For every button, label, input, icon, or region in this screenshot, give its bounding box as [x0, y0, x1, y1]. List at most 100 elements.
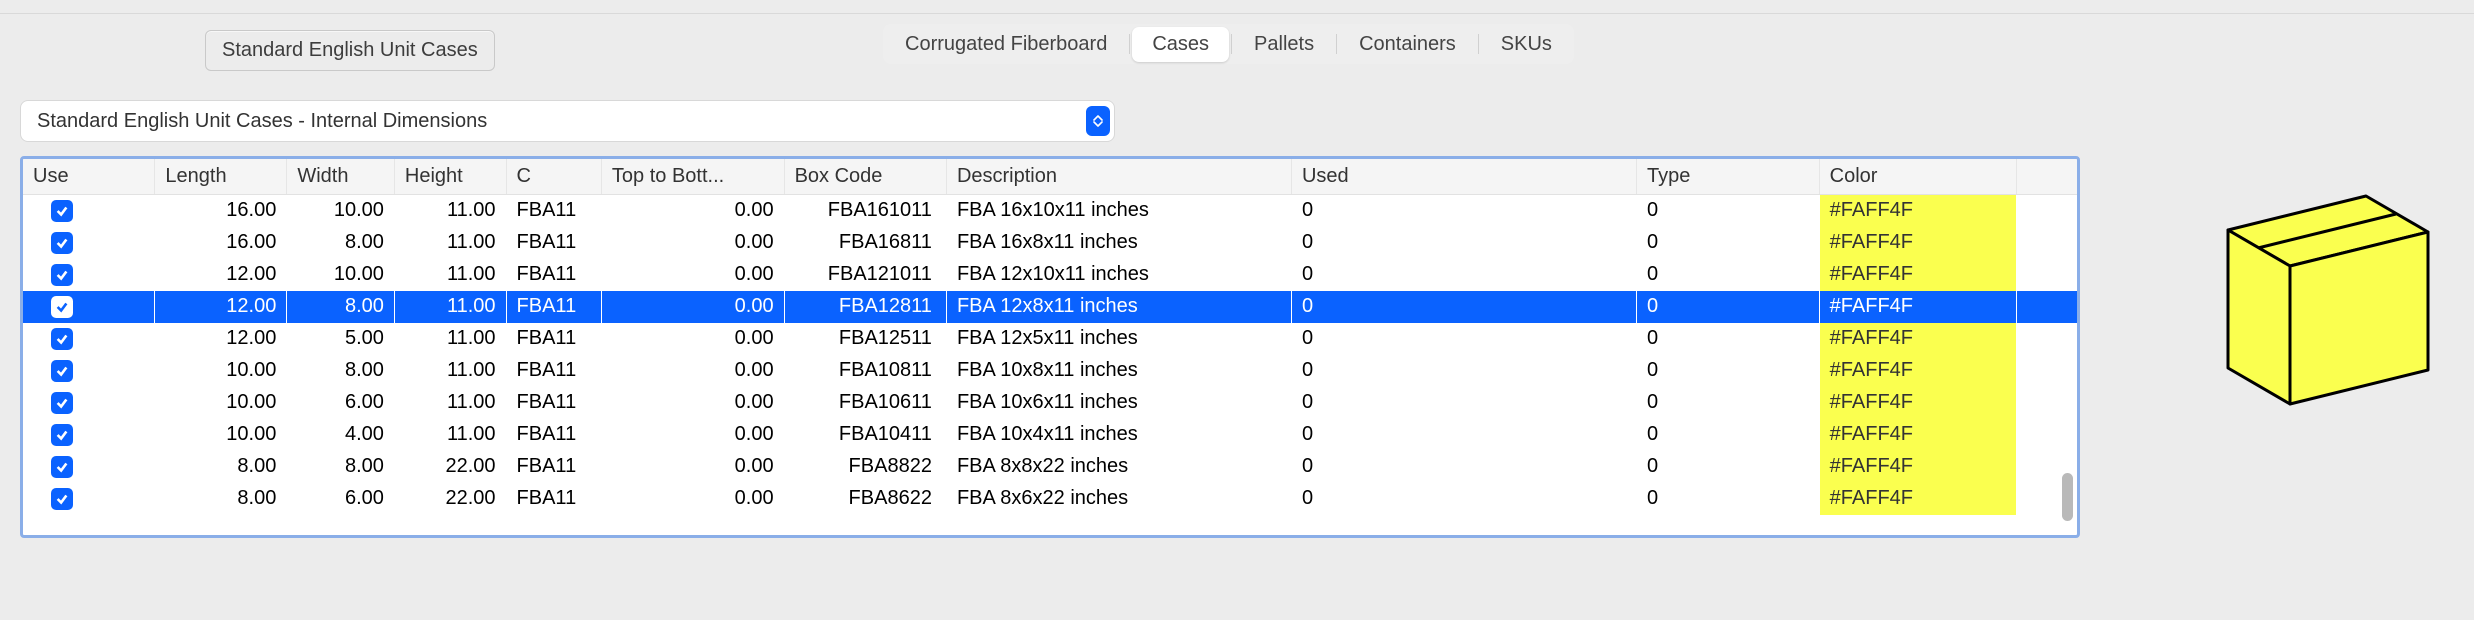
- col-description[interactable]: Description: [946, 159, 1291, 195]
- tab-corrugated-fiberboard[interactable]: Corrugated Fiberboard: [885, 27, 1127, 62]
- cell-c: FBA11: [506, 195, 601, 227]
- cell-c: FBA11: [506, 483, 601, 515]
- cell-c: FBA11: [506, 387, 601, 419]
- tab-separator: [1478, 34, 1479, 54]
- cell-box-code: FBA8622: [784, 483, 946, 515]
- cell-top-to-bottom: 0.00: [601, 259, 784, 291]
- box-preview: [2190, 166, 2450, 429]
- title-chip: Standard English Unit Cases: [205, 30, 495, 71]
- cell-type: 0: [1637, 451, 1820, 483]
- checkbox-icon[interactable]: [51, 264, 73, 286]
- cell-height: 22.00: [394, 451, 506, 483]
- cell-color: #FAFF4F: [1819, 195, 2016, 227]
- cell-height: 11.00: [394, 291, 506, 323]
- cell-box-code: FBA8822: [784, 451, 946, 483]
- cell-c: FBA11: [506, 419, 601, 451]
- cell-height: 11.00: [394, 227, 506, 259]
- col-box-code[interactable]: Box Code: [784, 159, 946, 195]
- cell-used: 0: [1291, 355, 1636, 387]
- cell-top-to-bottom: 0.00: [601, 483, 784, 515]
- cell-use[interactable]: [23, 227, 155, 259]
- checkbox-icon[interactable]: [51, 424, 73, 446]
- cell-box-code: FBA161011: [784, 195, 946, 227]
- col-height[interactable]: Height: [394, 159, 506, 195]
- checkbox-icon[interactable]: [51, 296, 73, 318]
- tab-cases[interactable]: Cases: [1132, 27, 1229, 62]
- table-row[interactable]: 16.0010.0011.00FBA110.00FBA161011FBA 16x…: [23, 195, 2077, 227]
- checkbox-icon[interactable]: [51, 328, 73, 350]
- cell-box-code: FBA10611: [784, 387, 946, 419]
- cell-width: 10.00: [287, 195, 395, 227]
- table-row[interactable]: 8.006.0022.00FBA110.00FBA8622FBA 8x6x22 …: [23, 483, 2077, 515]
- cell-type: 0: [1637, 355, 1820, 387]
- cell-use[interactable]: [23, 419, 155, 451]
- col-used[interactable]: Used: [1291, 159, 1636, 195]
- cell-length: 10.00: [155, 419, 287, 451]
- cell-use[interactable]: [23, 195, 155, 227]
- checkbox-icon[interactable]: [51, 456, 73, 478]
- cell-type: 0: [1637, 323, 1820, 355]
- cell-use[interactable]: [23, 259, 155, 291]
- cell-used: 0: [1291, 419, 1636, 451]
- dataset-dropdown-label: Standard English Unit Cases - Internal D…: [37, 110, 487, 133]
- cell-color: #FAFF4F: [1819, 291, 2016, 323]
- scrollbar-thumb[interactable]: [2062, 473, 2073, 521]
- cell-used: 0: [1291, 291, 1636, 323]
- checkbox-icon[interactable]: [51, 232, 73, 254]
- cases-table-frame: Use Length Width Height C Top to Bott...…: [20, 156, 2080, 538]
- col-type[interactable]: Type: [1637, 159, 1820, 195]
- cell-type: 0: [1637, 195, 1820, 227]
- col-top-to-bottom[interactable]: Top to Bott...: [601, 159, 784, 195]
- tab-separator: [1129, 34, 1130, 54]
- cell-use[interactable]: [23, 483, 155, 515]
- cell-length: 8.00: [155, 451, 287, 483]
- checkbox-icon[interactable]: [51, 200, 73, 222]
- table-row[interactable]: 12.005.0011.00FBA110.00FBA12511FBA 12x5x…: [23, 323, 2077, 355]
- cell-top-to-bottom: 0.00: [601, 195, 784, 227]
- cell-use[interactable]: [23, 387, 155, 419]
- tab-skus[interactable]: SKUs: [1481, 27, 1572, 62]
- col-c[interactable]: C: [506, 159, 601, 195]
- col-width[interactable]: Width: [287, 159, 395, 195]
- col-use[interactable]: Use: [23, 159, 155, 195]
- table-row[interactable]: 10.004.0011.00FBA110.00FBA10411FBA 10x4x…: [23, 419, 2077, 451]
- tab-pallets[interactable]: Pallets: [1234, 27, 1334, 62]
- col-color[interactable]: Color: [1819, 159, 2016, 195]
- cell-description: FBA 16x8x11 inches: [946, 227, 1291, 259]
- cell-length: 16.00: [155, 227, 287, 259]
- cell-c: FBA11: [506, 355, 601, 387]
- table-row[interactable]: 10.006.0011.00FBA110.00FBA10611FBA 10x6x…: [23, 387, 2077, 419]
- cell-width: 6.00: [287, 387, 395, 419]
- checkbox-icon[interactable]: [51, 392, 73, 414]
- segmented-tabs[interactable]: Corrugated FiberboardCasesPalletsContain…: [883, 24, 1574, 64]
- checkbox-icon[interactable]: [51, 488, 73, 510]
- table-row[interactable]: 16.008.0011.00FBA110.00FBA16811FBA 16x8x…: [23, 227, 2077, 259]
- cell-box-code: FBA10411: [784, 419, 946, 451]
- cell-box-code: FBA121011: [784, 259, 946, 291]
- table-row[interactable]: 12.008.0011.00FBA110.00FBA12811FBA 12x8x…: [23, 291, 2077, 323]
- cell-use[interactable]: [23, 355, 155, 387]
- col-length[interactable]: Length: [155, 159, 287, 195]
- cell-type: 0: [1637, 291, 1820, 323]
- table-row[interactable]: 12.0010.0011.00FBA110.00FBA121011FBA 12x…: [23, 259, 2077, 291]
- cell-description: FBA 8x6x22 inches: [946, 483, 1291, 515]
- dataset-dropdown[interactable]: Standard English Unit Cases - Internal D…: [20, 100, 1115, 142]
- cell-color: #FAFF4F: [1819, 355, 2016, 387]
- cell-description: FBA 10x6x11 inches: [946, 387, 1291, 419]
- cell-type: 0: [1637, 387, 1820, 419]
- cell-use[interactable]: [23, 451, 155, 483]
- cell-description: FBA 12x8x11 inches: [946, 291, 1291, 323]
- tab-containers[interactable]: Containers: [1339, 27, 1476, 62]
- cell-height: 11.00: [394, 387, 506, 419]
- checkbox-icon[interactable]: [51, 360, 73, 382]
- cell-top-to-bottom: 0.00: [601, 355, 784, 387]
- cell-use[interactable]: [23, 291, 155, 323]
- cell-height: 11.00: [394, 355, 506, 387]
- table-row[interactable]: 10.008.0011.00FBA110.00FBA10811FBA 10x8x…: [23, 355, 2077, 387]
- cell-use[interactable]: [23, 323, 155, 355]
- cell-color: #FAFF4F: [1819, 259, 2016, 291]
- cases-table[interactable]: Use Length Width Height C Top to Bott...…: [23, 159, 2077, 515]
- cell-width: 4.00: [287, 419, 395, 451]
- dropdown-stepper-icon[interactable]: [1086, 106, 1110, 136]
- table-row[interactable]: 8.008.0022.00FBA110.00FBA8822FBA 8x8x22 …: [23, 451, 2077, 483]
